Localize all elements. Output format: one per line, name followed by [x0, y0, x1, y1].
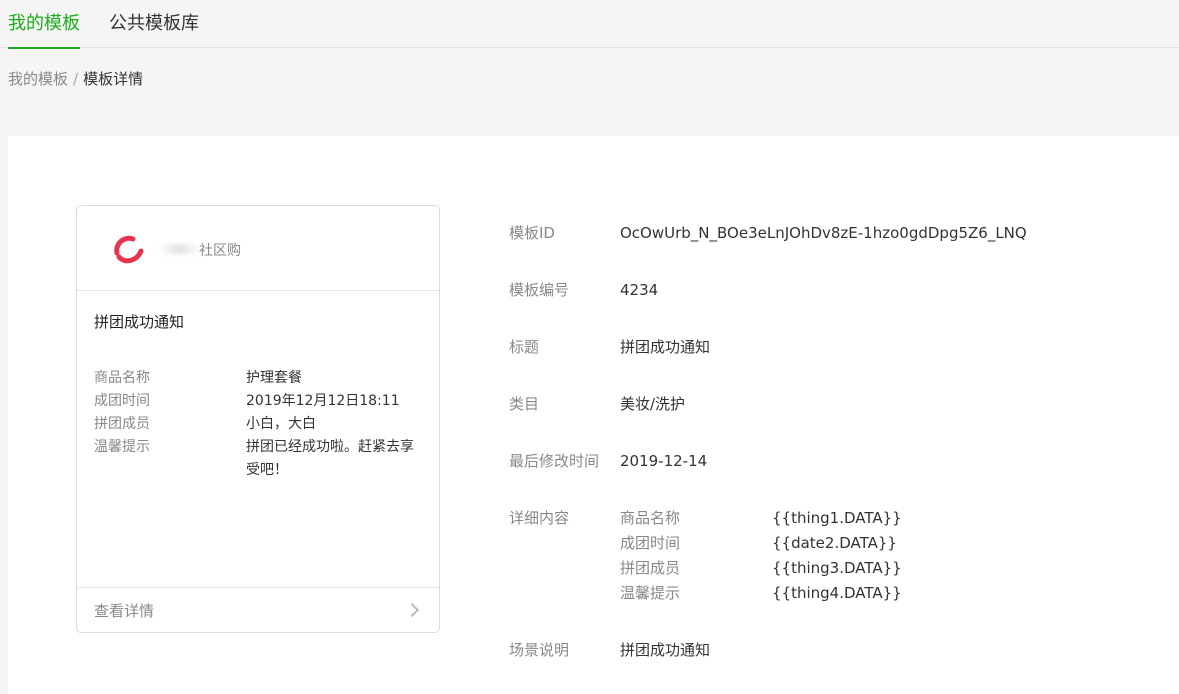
brand-name-suffix: 社区购	[199, 243, 241, 259]
preview-field-label: 温馨提示	[94, 439, 150, 455]
preview-title: 拼团成功通知	[94, 313, 185, 331]
tab-public-library-label: 公共模板库	[109, 13, 199, 34]
view-details-label: 查看详情	[94, 602, 155, 620]
template-number-value: 4234	[620, 281, 659, 299]
tab-my-templates[interactable]: 我的模板	[8, 0, 80, 49]
title-label: 标题	[509, 338, 540, 356]
preview-field-label: 成团时间	[94, 393, 150, 409]
preview-card-header: 社区购	[77, 206, 439, 291]
top-tabbar: 我的模板 公共模板库	[0, 0, 1179, 49]
content-field-key: {{thing4.DATA}}	[772, 584, 902, 602]
content-field-key: {{thing3.DATA}}	[772, 559, 902, 577]
content-field-name: 成团时间	[620, 534, 681, 552]
preview-field-value: 拼团已经成功啦。赶紧去享受吧！	[246, 439, 414, 478]
content-field-key: {{date2.DATA}}	[772, 534, 897, 552]
breadcrumb-parent-link[interactable]: 我的模板	[8, 70, 68, 88]
title-value: 拼团成功通知	[620, 338, 711, 356]
preview-field-value: 2019年12月12日18:11	[246, 393, 400, 409]
template-number-label: 模板编号	[509, 281, 570, 299]
content-field-name: 拼团成员	[620, 559, 681, 577]
preview-field-label: 拼团成员	[94, 416, 150, 432]
tab-my-templates-label: 我的模板	[8, 13, 80, 34]
scene-description-label: 场景说明	[509, 641, 570, 659]
blurred-brand-name	[159, 244, 199, 254]
breadcrumb: 我的模板 / 模板详情	[8, 68, 143, 89]
content-label: 详细内容	[509, 509, 570, 527]
last-modified-value: 2019-12-14	[620, 452, 708, 470]
brand-logo-icon	[111, 231, 147, 267]
template-preview-card: 社区购 拼团成功通知 商品名称 护理套餐 成团时间 2019年12月12日18:…	[76, 205, 440, 633]
preview-field-label: 商品名称	[94, 370, 150, 386]
content-field-name: 商品名称	[620, 509, 681, 527]
tab-public-library[interactable]: 公共模板库	[109, 0, 199, 48]
preview-field-value: 护理套餐	[246, 370, 302, 386]
breadcrumb-separator: /	[73, 70, 79, 88]
active-tab-underline	[8, 47, 80, 49]
content-field-name: 温馨提示	[620, 584, 681, 602]
last-modified-label: 最后修改时间	[509, 452, 600, 470]
scene-description-value: 拼团成功通知	[620, 641, 711, 659]
preview-field-value: 小白，大白	[246, 416, 316, 432]
template-id-value: OcOwUrb_N_BOe3eLnJOhDv8zE-1hzo0gdDpg5Z6_…	[620, 224, 1027, 242]
category-label: 类目	[509, 395, 540, 413]
view-details-link[interactable]: 查看详情	[77, 587, 439, 633]
template-id-label: 模板ID	[509, 224, 555, 242]
detail-panel: 社区购 拼团成功通知 商品名称 护理套餐 成团时间 2019年12月12日18:…	[8, 136, 1179, 694]
breadcrumb-current: 模板详情	[83, 70, 144, 88]
chevron-right-icon	[404, 602, 420, 618]
content-field-key: {{thing1.DATA}}	[772, 509, 902, 527]
category-value: 美妆/洗护	[620, 395, 686, 413]
